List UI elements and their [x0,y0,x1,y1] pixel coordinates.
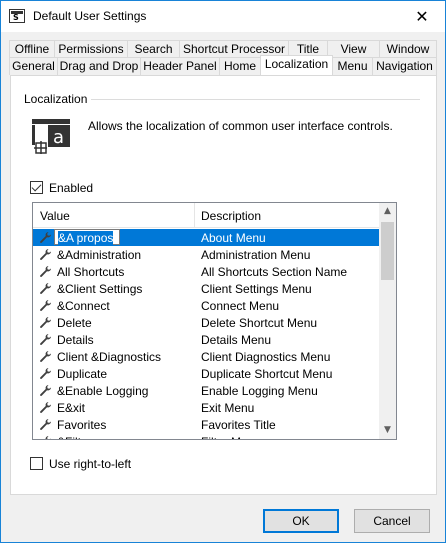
row-description: Exit Menu [201,401,255,415]
svg-text:a: a [53,127,64,148]
tab-home[interactable]: Home [219,57,261,75]
wrench-icon [39,350,52,363]
row-value: Duplicate [57,367,108,381]
wrench-icon [39,231,52,244]
localization-list[interactable]: Value Description &A propos About Menu &Ad… [32,202,397,440]
row-value: Favorites [57,418,107,432]
tab-localization[interactable]: Localization [260,55,333,75]
wrench-icon [39,248,52,261]
row-description: Client Diagnostics Menu [201,350,331,364]
row-value: &Connect [57,299,110,313]
row-description: Client Settings Menu [201,282,312,296]
tab-view[interactable]: View [327,40,380,58]
localization-icon: a [32,119,70,154]
cancel-button[interactable]: Cancel [354,509,430,533]
tab-search[interactable]: Search [127,40,180,58]
list-row[interactable]: All Shortcuts All Shortcuts Section Name [33,263,380,280]
ok-button[interactable]: OK [263,509,339,533]
window-title: Default User Settings [33,9,147,23]
list-row[interactable]: &A propos About Menu [33,229,380,246]
column-header-value[interactable]: Value [40,209,70,223]
row-value-edit-field[interactable]: &A propos [54,229,120,245]
row-description: Delete Shortcut Menu [201,316,318,330]
scroll-down-arrow-icon[interactable]: ▼ [379,422,396,439]
list-row[interactable]: Client &Diagnostics Client Diagnostics Me… [33,348,380,365]
row-value: Delete [57,316,92,330]
wrench-icon [39,435,52,439]
title-bar[interactable]: Default User Settings ✕ [1,1,445,32]
tab-general[interactable]: General [9,57,58,75]
list-row[interactable]: &Connect Connect Menu [33,297,380,314]
list-row[interactable]: &Enable Logging Enable Logging Menu [33,382,380,399]
wrench-icon [39,265,52,278]
tab-permissions[interactable]: Permissions [54,40,128,58]
row-value: &Client Settings [57,282,143,296]
list-row[interactable]: Delete Delete Shortcut Menu [33,314,380,331]
wrench-icon [39,367,52,380]
wrench-icon [39,299,52,312]
wrench-icon [39,418,52,431]
row-description: About Menu [201,231,266,245]
wrench-icon [39,384,52,397]
list-row[interactable]: &Administration Administration Menu [33,246,380,263]
localization-description: Allows the localization of common user i… [88,119,393,133]
list-row[interactable]: &Filter Filter Menu [33,433,380,439]
wrench-icon [39,316,52,329]
enabled-checkbox[interactable] [30,181,43,194]
wrench-icon [39,282,52,295]
list-row[interactable]: Duplicate Duplicate Shortcut Menu [33,365,380,382]
row-value: Client &Diagnostics [57,350,162,364]
app-settings-icon [9,9,25,23]
tab-drag-and-drop[interactable]: Drag and Drop [57,57,141,75]
list-row[interactable]: Favorites Favorites Title [33,416,380,433]
tab-window[interactable]: Window [379,40,437,58]
rtl-label[interactable]: Use right-to-left [49,457,131,471]
row-value: All Shortcuts [57,265,125,279]
tab-offline[interactable]: Offline [9,40,55,58]
enabled-label[interactable]: Enabled [49,181,93,195]
tab-header-panel[interactable]: Header Panel [140,57,220,75]
row-value: E&xit [57,401,86,415]
list-row[interactable]: E&xit Exit Menu [33,399,380,416]
list-header: Value Description [33,203,380,228]
row-value: Details [57,333,94,347]
list-row[interactable]: &Client Settings Client Settings Menu [33,280,380,297]
row-description: All Shortcuts Section Name [201,265,348,279]
row-description: Favorites Title [201,418,276,432]
row-value: &Administration [57,248,142,262]
row-description: Details Menu [201,333,272,347]
row-description: Filter Menu [201,435,261,439]
rtl-checkbox[interactable] [30,457,43,470]
list-row[interactable]: Details Details Menu [33,331,380,348]
vertical-scrollbar[interactable]: ▲ ▼ [379,203,396,439]
column-separator[interactable] [194,203,195,228]
row-description: Administration Menu [201,248,311,262]
column-header-description[interactable]: Description [201,209,261,223]
row-description: Enable Logging Menu [201,384,318,398]
row-description: Connect Menu [201,299,280,313]
row-description: Duplicate Shortcut Menu [201,367,333,381]
group-divider [85,99,420,100]
settings-window: Default User Settings ✕ Offline Permissi… [0,0,446,543]
row-value: &Filter [57,435,92,439]
row-value: &Enable Logging [57,384,149,398]
wrench-icon [39,333,52,346]
row-value-text: &A propos [58,231,114,245]
scroll-up-arrow-icon[interactable]: ▲ [379,203,396,220]
tab-menu[interactable]: Menu [332,57,373,75]
close-button[interactable]: ✕ [399,1,445,32]
tab-navigation[interactable]: Navigation [372,57,437,75]
list-rows: &A propos About Menu &Administration Admini… [33,229,380,439]
wrench-icon [39,401,52,414]
scroll-thumb[interactable] [381,222,394,280]
group-label: Localization [24,92,92,106]
